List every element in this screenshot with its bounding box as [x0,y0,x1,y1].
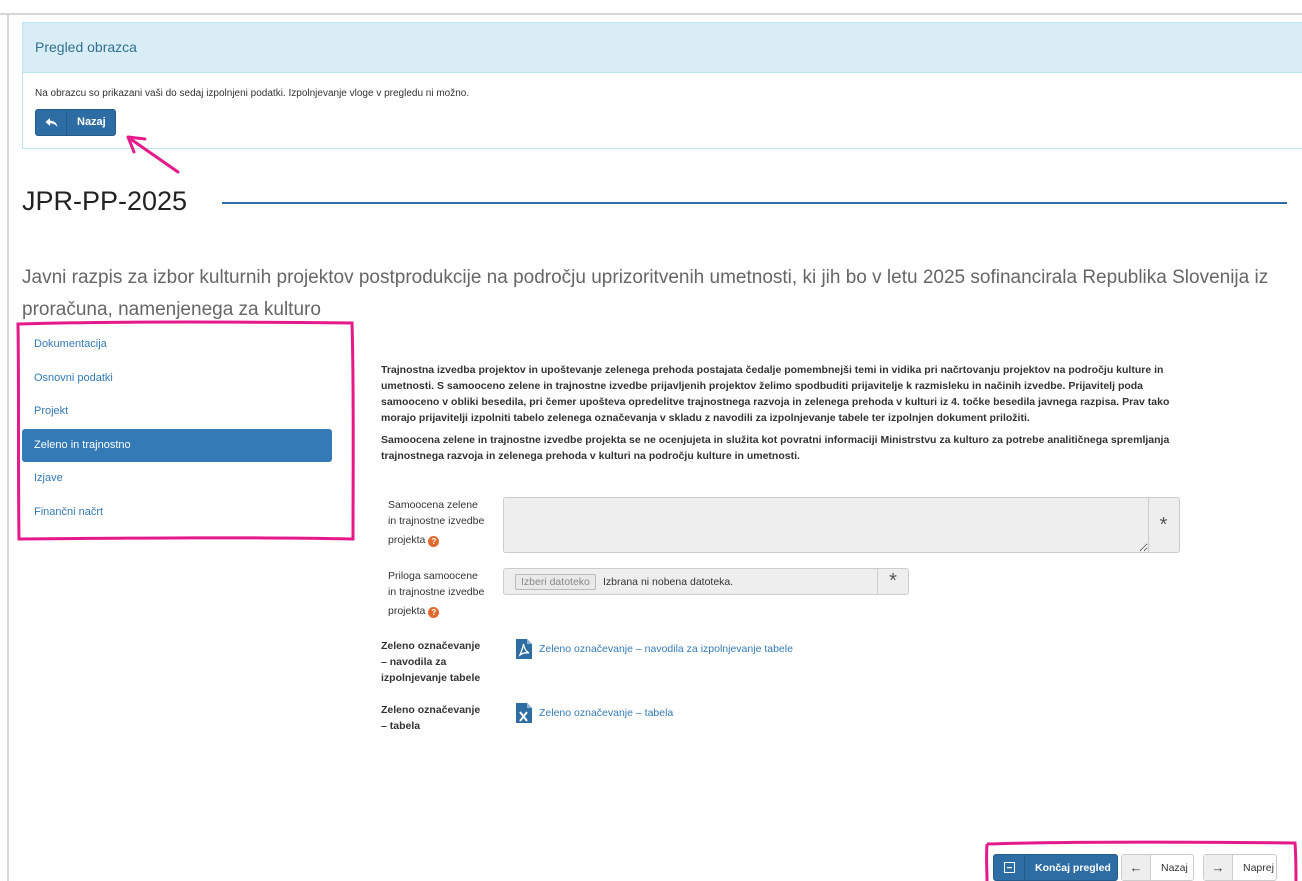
table-label-line: – tabela [381,720,421,732]
sidebar-item-izjave[interactable]: Izjave [22,462,332,495]
preview-panel: Pregled obrazca Na obrazcu so prikazani … [22,22,1302,149]
file-status-text: Izbrana ni nobena datoteka. [603,576,734,588]
preview-back-button[interactable]: Nazaj [35,109,116,136]
help-icon[interactable]: ? [428,607,440,618]
attachment-label: Priloga samoocene in trajnostne izvedbe … [388,568,484,619]
self-assessment-label-line: projekta [388,534,426,546]
self-assessment-label-line: in trajnostne izvedbe [388,515,485,527]
sidebar-item-projekt[interactable]: Projekt [22,395,332,428]
self-assessment-field: * [503,497,1180,553]
preview-back-label: Nazaj [77,116,106,128]
help-icon[interactable]: ? [428,536,440,547]
intro-paragraph: Trajnostna izvedba projektov in upošteva… [381,364,1170,424]
instructions-link[interactable]: Zeleno označevanje – navodila za izpolnj… [515,638,793,660]
finish-preview-label: Končaj pregled [1035,862,1111,874]
required-asterisk-icon: * [1159,513,1168,536]
section-description: Trajnostna izvedba projektov in upošteva… [381,362,1171,470]
attachment-file-field: Izberi datoteko Izbrana ni nobena datote… [503,568,909,595]
self-assessment-label: Samoocena zelene in trajnostne izvedbe p… [388,497,484,548]
sidebar-item-dokumentacija[interactable]: Dokumentacija [22,328,332,361]
note-paragraph: Samoocena zelene in trajnostne izvedbe p… [381,434,1170,462]
arrow-right-icon: → [1204,855,1233,880]
sidebar-item-financni-nacrt[interactable]: Finančni načrt [22,496,332,529]
self-assessment-label-last: projekta ? [388,532,484,548]
form-subtitle: Javni razpis za izbor kulturnih projekto… [22,267,1269,320]
previous-label: Nazaj [1161,862,1188,874]
self-assessment-textarea[interactable] [504,498,1149,552]
pdf-file-icon [516,639,532,659]
form-code-title: JPR-PP-2025 [22,186,188,216]
page-frame-top [0,13,1302,15]
sidebar-item-zeleno-in-trajnostno[interactable]: Zeleno in trajnostno [22,428,332,462]
self-assessment-label-line: Samoocena zelene [388,499,478,511]
attachment-label-line: in trajnostne izvedbe [388,586,485,598]
instructions-label: Zeleno označevanje – navodila za izpolnj… [381,638,480,686]
title-divider [222,202,1287,204]
table-label: Zeleno označevanje – tabela [381,702,480,734]
next-label: Naprej [1243,862,1274,874]
instructions-label-line: izpolnjevanje tabele [381,672,481,684]
required-asterisk-icon: * [877,569,908,594]
previous-button[interactable]: ← Nazaj [1121,854,1194,881]
finish-preview-button[interactable]: Končaj pregled [993,854,1118,881]
attachment-label-last: projekta ? [388,603,484,619]
page-frame-left [7,13,9,881]
instructions-label-line: – navodila za [381,656,447,668]
instructions-label-line: Zeleno označevanje [381,640,481,652]
table-link-text: Zeleno označevanje – tabela [539,707,674,719]
preview-info-text: Na obrazcu so prikazani vaši do sedaj iz… [35,88,470,99]
excel-file-icon [516,703,532,723]
preview-panel-heading: Pregled obrazca [23,23,1302,73]
attachment-label-line: Priloga samoocene [388,570,478,582]
collapse-icon [994,855,1025,880]
next-button[interactable]: → Naprej [1203,854,1277,881]
table-link[interactable]: Zeleno označevanje – tabela [515,702,673,724]
table-label-line: Zeleno označevanje [381,704,481,716]
reply-arrow-icon [36,110,67,135]
sidebar-item-osnovni-podatki[interactable]: Osnovni podatki [22,362,332,395]
section-sidebar: Dokumentacija Osnovni podatki Projekt Ze… [22,328,332,529]
attachment-label-line: projekta [388,605,426,617]
arrow-left-icon: ← [1122,855,1151,880]
instructions-link-text: Zeleno označevanje – navodila za izpolnj… [539,643,793,655]
choose-file-button[interactable]: Izberi datoteko [515,574,596,590]
